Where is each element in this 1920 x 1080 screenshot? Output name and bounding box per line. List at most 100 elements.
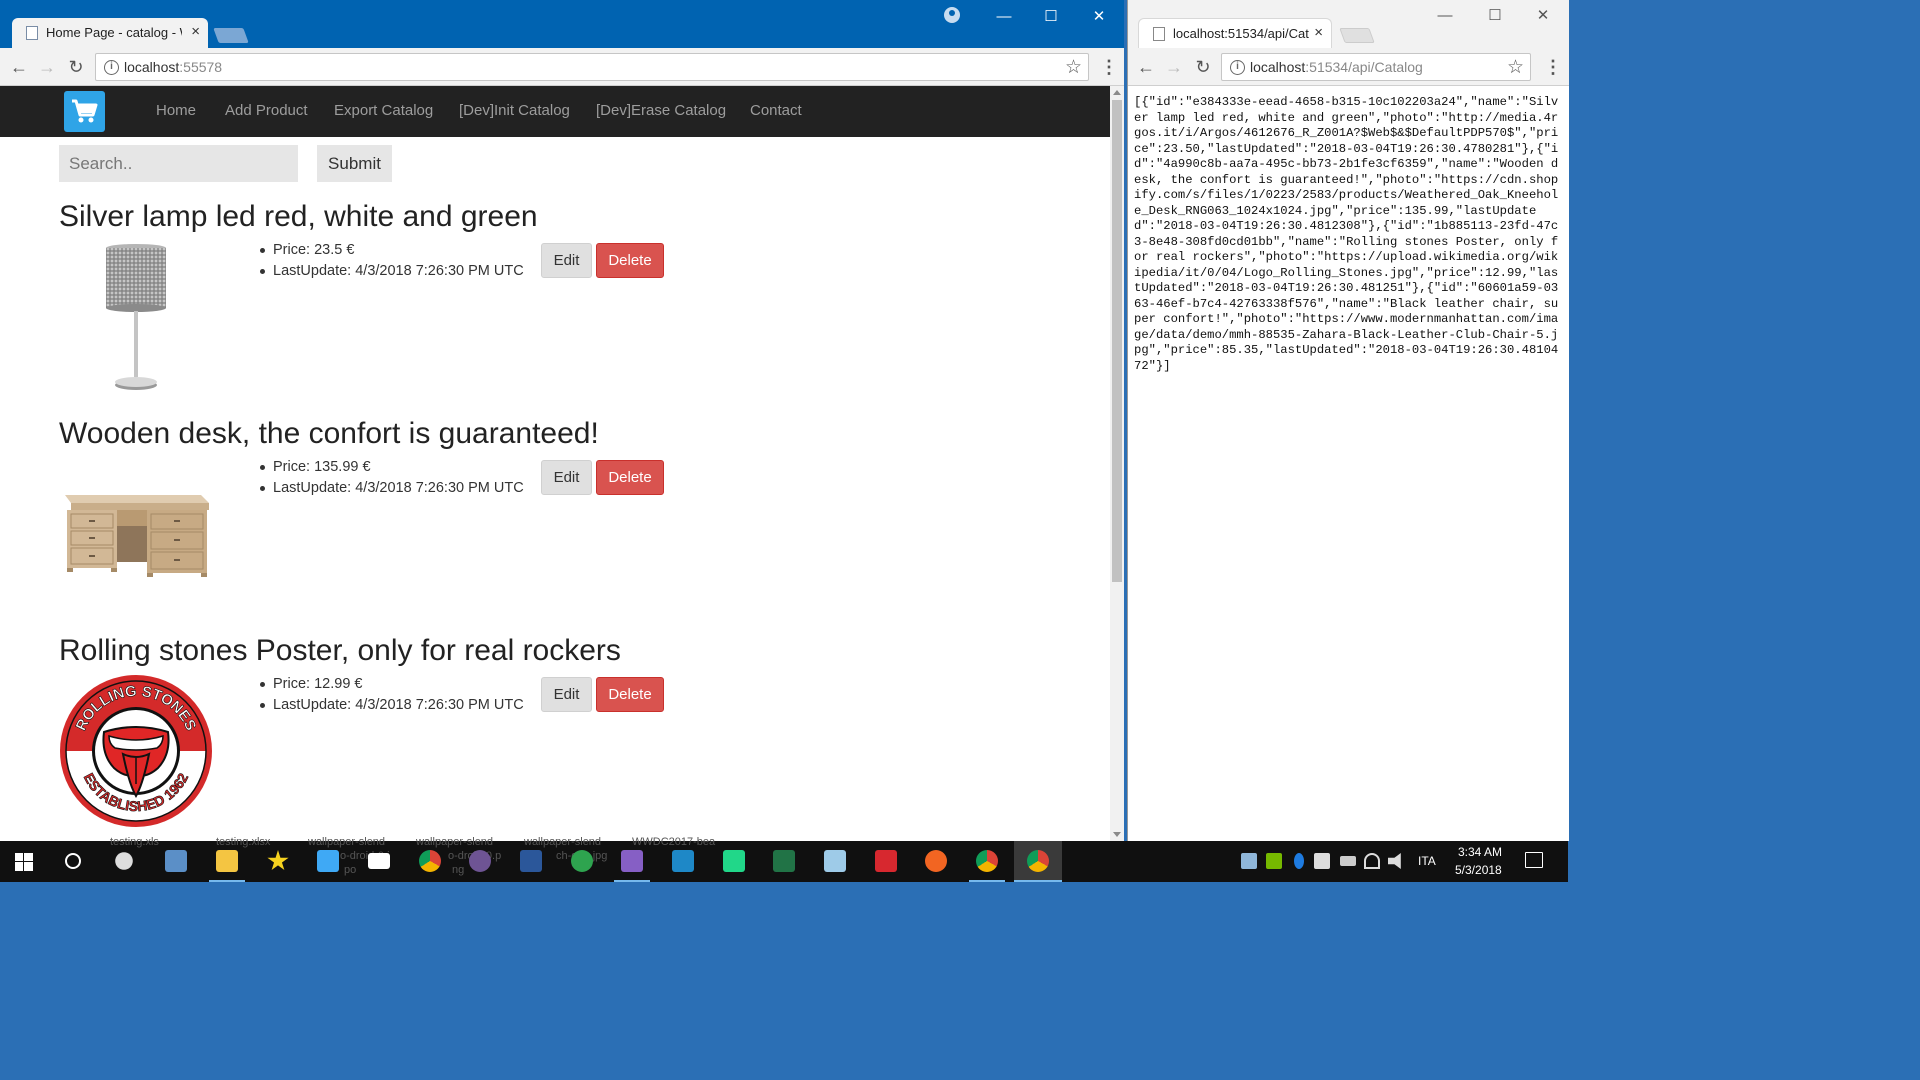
- address-bar[interactable]: i localhost:51534/api/Catalog ☆: [1221, 53, 1531, 81]
- new-tab-button[interactable]: [1339, 28, 1375, 43]
- address-host: localhost: [124, 59, 180, 75]
- tray-bluetooth-icon[interactable]: [1294, 853, 1304, 869]
- back-arrow-icon[interactable]: ←: [8, 56, 30, 78]
- nav-add-product[interactable]: Add Product: [225, 102, 308, 119]
- taskbar-file-explorer[interactable]: [203, 841, 251, 882]
- word-icon: [520, 850, 542, 872]
- taskbar-excel[interactable]: [760, 841, 808, 882]
- delete-button[interactable]: Delete: [596, 677, 664, 712]
- nav-home[interactable]: Home: [156, 102, 196, 119]
- taskbar-chrome-canary[interactable]: [406, 841, 454, 882]
- taskbar-mail[interactable]: [355, 841, 403, 882]
- right-toolbar: ← → ↻ i localhost:51534/api/Catalog ☆ ⋮: [1128, 48, 1569, 86]
- taskbar-acrobat[interactable]: [862, 841, 910, 882]
- taskbar-visual-studio[interactable]: [608, 841, 656, 882]
- right-browser-window: localhost:51534/api/Cata × — ☐ ✕ ← → ↻ i…: [1127, 0, 1569, 841]
- info-icon[interactable]: i: [104, 60, 119, 75]
- pycharm-icon: [723, 850, 745, 872]
- delete-button[interactable]: Delete: [596, 243, 664, 278]
- product-details: Price: 135.99 € LastUpdate: 4/3/2018 7:2…: [258, 457, 524, 499]
- nav-export-catalog[interactable]: Export Catalog: [334, 102, 433, 119]
- taskbar-chrome-active[interactable]: [1014, 841, 1062, 882]
- tab-home-page[interactable]: Home Page - catalog - W ×: [12, 18, 208, 48]
- minimize-button[interactable]: —: [1425, 5, 1465, 27]
- tray-battery-icon[interactable]: [1340, 856, 1356, 866]
- action-center-icon[interactable]: [1525, 852, 1543, 868]
- taskbar-favorites[interactable]: [254, 841, 302, 882]
- clock-time[interactable]: 3:34 AM: [1458, 845, 1502, 859]
- maximize-button[interactable]: ☐: [1475, 5, 1515, 27]
- taskbar-atom[interactable]: [558, 841, 606, 882]
- profile-icon[interactable]: [944, 7, 960, 23]
- chrome-icon: [1027, 850, 1049, 872]
- close-button[interactable]: ✕: [1523, 5, 1563, 27]
- taskbar-chrome[interactable]: [963, 841, 1011, 882]
- tab-close-icon[interactable]: ×: [1314, 24, 1323, 41]
- taskbar: testing.xls testing.xlsx wallpaper-slend…: [0, 836, 1568, 882]
- reload-icon[interactable]: ↻: [1192, 56, 1214, 78]
- scroll-thumb[interactable]: [1112, 100, 1122, 582]
- page-icon: [26, 26, 38, 40]
- menu-dots-icon[interactable]: ⋮: [1100, 56, 1118, 78]
- tray-nvidia-icon[interactable]: [1266, 853, 1282, 869]
- submit-button[interactable]: Submit: [317, 145, 392, 182]
- right-titlebar: localhost:51534/api/Cata × — ☐ ✕: [1128, 0, 1569, 48]
- address-url[interactable]: localhost:51534/api/Catalog: [1250, 59, 1423, 75]
- delete-button[interactable]: Delete: [596, 460, 664, 495]
- clock-date[interactable]: 5/3/2018: [1455, 863, 1502, 877]
- address-url[interactable]: localhost:55578: [124, 59, 222, 75]
- desktop-app-icon: [165, 850, 187, 872]
- nav-contact[interactable]: Contact: [750, 102, 802, 119]
- app-icon: [824, 850, 846, 872]
- tab-api-catalog[interactable]: localhost:51534/api/Cata ×: [1138, 18, 1332, 48]
- excel-icon: [773, 850, 795, 872]
- tray-volume-icon[interactable]: [1388, 853, 1401, 869]
- product-item: Wooden desk, the confort is guaranteed!: [59, 417, 759, 577]
- forward-arrow-icon[interactable]: →: [36, 56, 58, 78]
- taskbar-app[interactable]: [304, 841, 352, 882]
- language-indicator[interactable]: ITA: [1418, 854, 1436, 868]
- cortana-button[interactable]: [49, 841, 97, 882]
- taskbar-app[interactable]: [811, 841, 859, 882]
- taskbar-app[interactable]: [152, 841, 200, 882]
- edit-button[interactable]: Edit: [541, 460, 592, 495]
- search-input[interactable]: [59, 145, 298, 182]
- edit-button[interactable]: Edit: [541, 243, 592, 278]
- scroll-up-icon[interactable]: [1113, 90, 1121, 95]
- taskbar-app[interactable]: [912, 841, 960, 882]
- mail-icon: [368, 853, 390, 869]
- taskbar-settings[interactable]: [100, 841, 148, 882]
- taskbar-webstorm[interactable]: [659, 841, 707, 882]
- maximize-button[interactable]: ☐: [1028, 6, 1074, 28]
- minimize-button[interactable]: —: [981, 6, 1027, 28]
- tray-shield-icon[interactable]: [1314, 853, 1330, 869]
- back-arrow-icon[interactable]: ←: [1135, 56, 1157, 78]
- cart-logo-icon[interactable]: [64, 91, 105, 132]
- address-bar[interactable]: i localhost:55578 ☆: [95, 53, 1089, 81]
- bookmark-star-icon[interactable]: ☆: [1507, 56, 1524, 79]
- page-scrollbar[interactable]: [1110, 86, 1124, 841]
- scroll-down-icon[interactable]: [1113, 832, 1121, 837]
- lamp-image: [59, 240, 214, 395]
- new-tab-button[interactable]: [213, 28, 249, 43]
- gear-icon: [115, 852, 133, 870]
- taskbar-pycharm[interactable]: [710, 841, 758, 882]
- reload-icon[interactable]: ↻: [65, 56, 87, 78]
- product-item: Silver lamp led red, white and green Pri…: [59, 200, 759, 390]
- tray-network-drive-icon[interactable]: [1241, 853, 1257, 869]
- start-button[interactable]: [0, 841, 48, 882]
- nav-init-catalog[interactable]: [Dev]Init Catalog: [459, 102, 570, 119]
- tab-close-icon[interactable]: ×: [191, 23, 200, 40]
- tray-wifi-icon[interactable]: [1364, 853, 1380, 869]
- nav-erase-catalog[interactable]: [Dev]Erase Catalog: [596, 102, 726, 119]
- menu-dots-icon[interactable]: ⋮: [1544, 56, 1562, 78]
- bookmark-star-icon[interactable]: ☆: [1065, 56, 1082, 79]
- forward-arrow-icon[interactable]: →: [1163, 56, 1185, 78]
- product-title: Rolling stones Poster, only for real roc…: [59, 634, 621, 667]
- info-icon[interactable]: i: [1230, 60, 1245, 75]
- taskbar-word[interactable]: [507, 841, 555, 882]
- taskbar-github[interactable]: [456, 841, 504, 882]
- edit-button[interactable]: Edit: [541, 677, 592, 712]
- close-button[interactable]: ✕: [1076, 6, 1122, 28]
- product-title: Wooden desk, the confort is guaranteed!: [59, 417, 599, 450]
